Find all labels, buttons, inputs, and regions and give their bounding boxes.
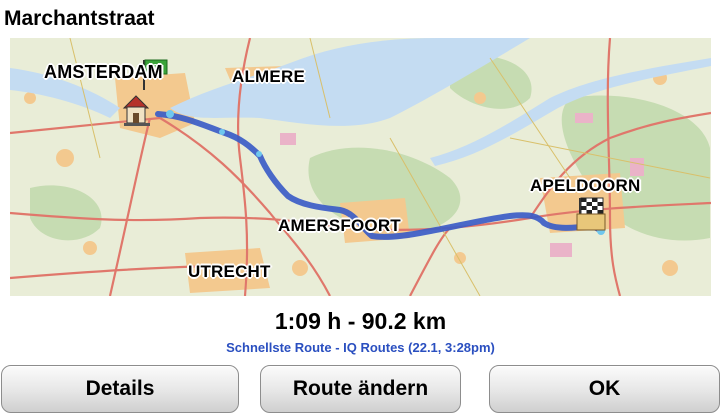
- city-label-amersfoort: AMERSFOORT: [278, 216, 401, 235]
- city-label-almere: ALMERE: [232, 67, 305, 86]
- route-type-detail: Schnellste Route - IQ Routes (22.1, 3:28…: [226, 340, 495, 355]
- city-label-amsterdam: AMSTERDAM: [44, 62, 163, 82]
- ok-button[interactable]: OK: [489, 365, 720, 413]
- city-label-apeldoorn: APELDOORN: [530, 176, 641, 195]
- destination-flag-icon: [576, 197, 606, 231]
- details-button[interactable]: Details: [1, 365, 239, 413]
- change-route-button[interactable]: Route ändern: [260, 365, 461, 413]
- route-summary: 1:09 h - 90.2 km: [274, 308, 447, 334]
- page-title: Marchantstraat: [4, 7, 155, 30]
- city-label-utrecht: UTRECHT: [188, 262, 271, 281]
- route-map[interactable]: GO AMSTERDAM ALMERE AMERSFOORT UTRECHT A…: [10, 38, 711, 296]
